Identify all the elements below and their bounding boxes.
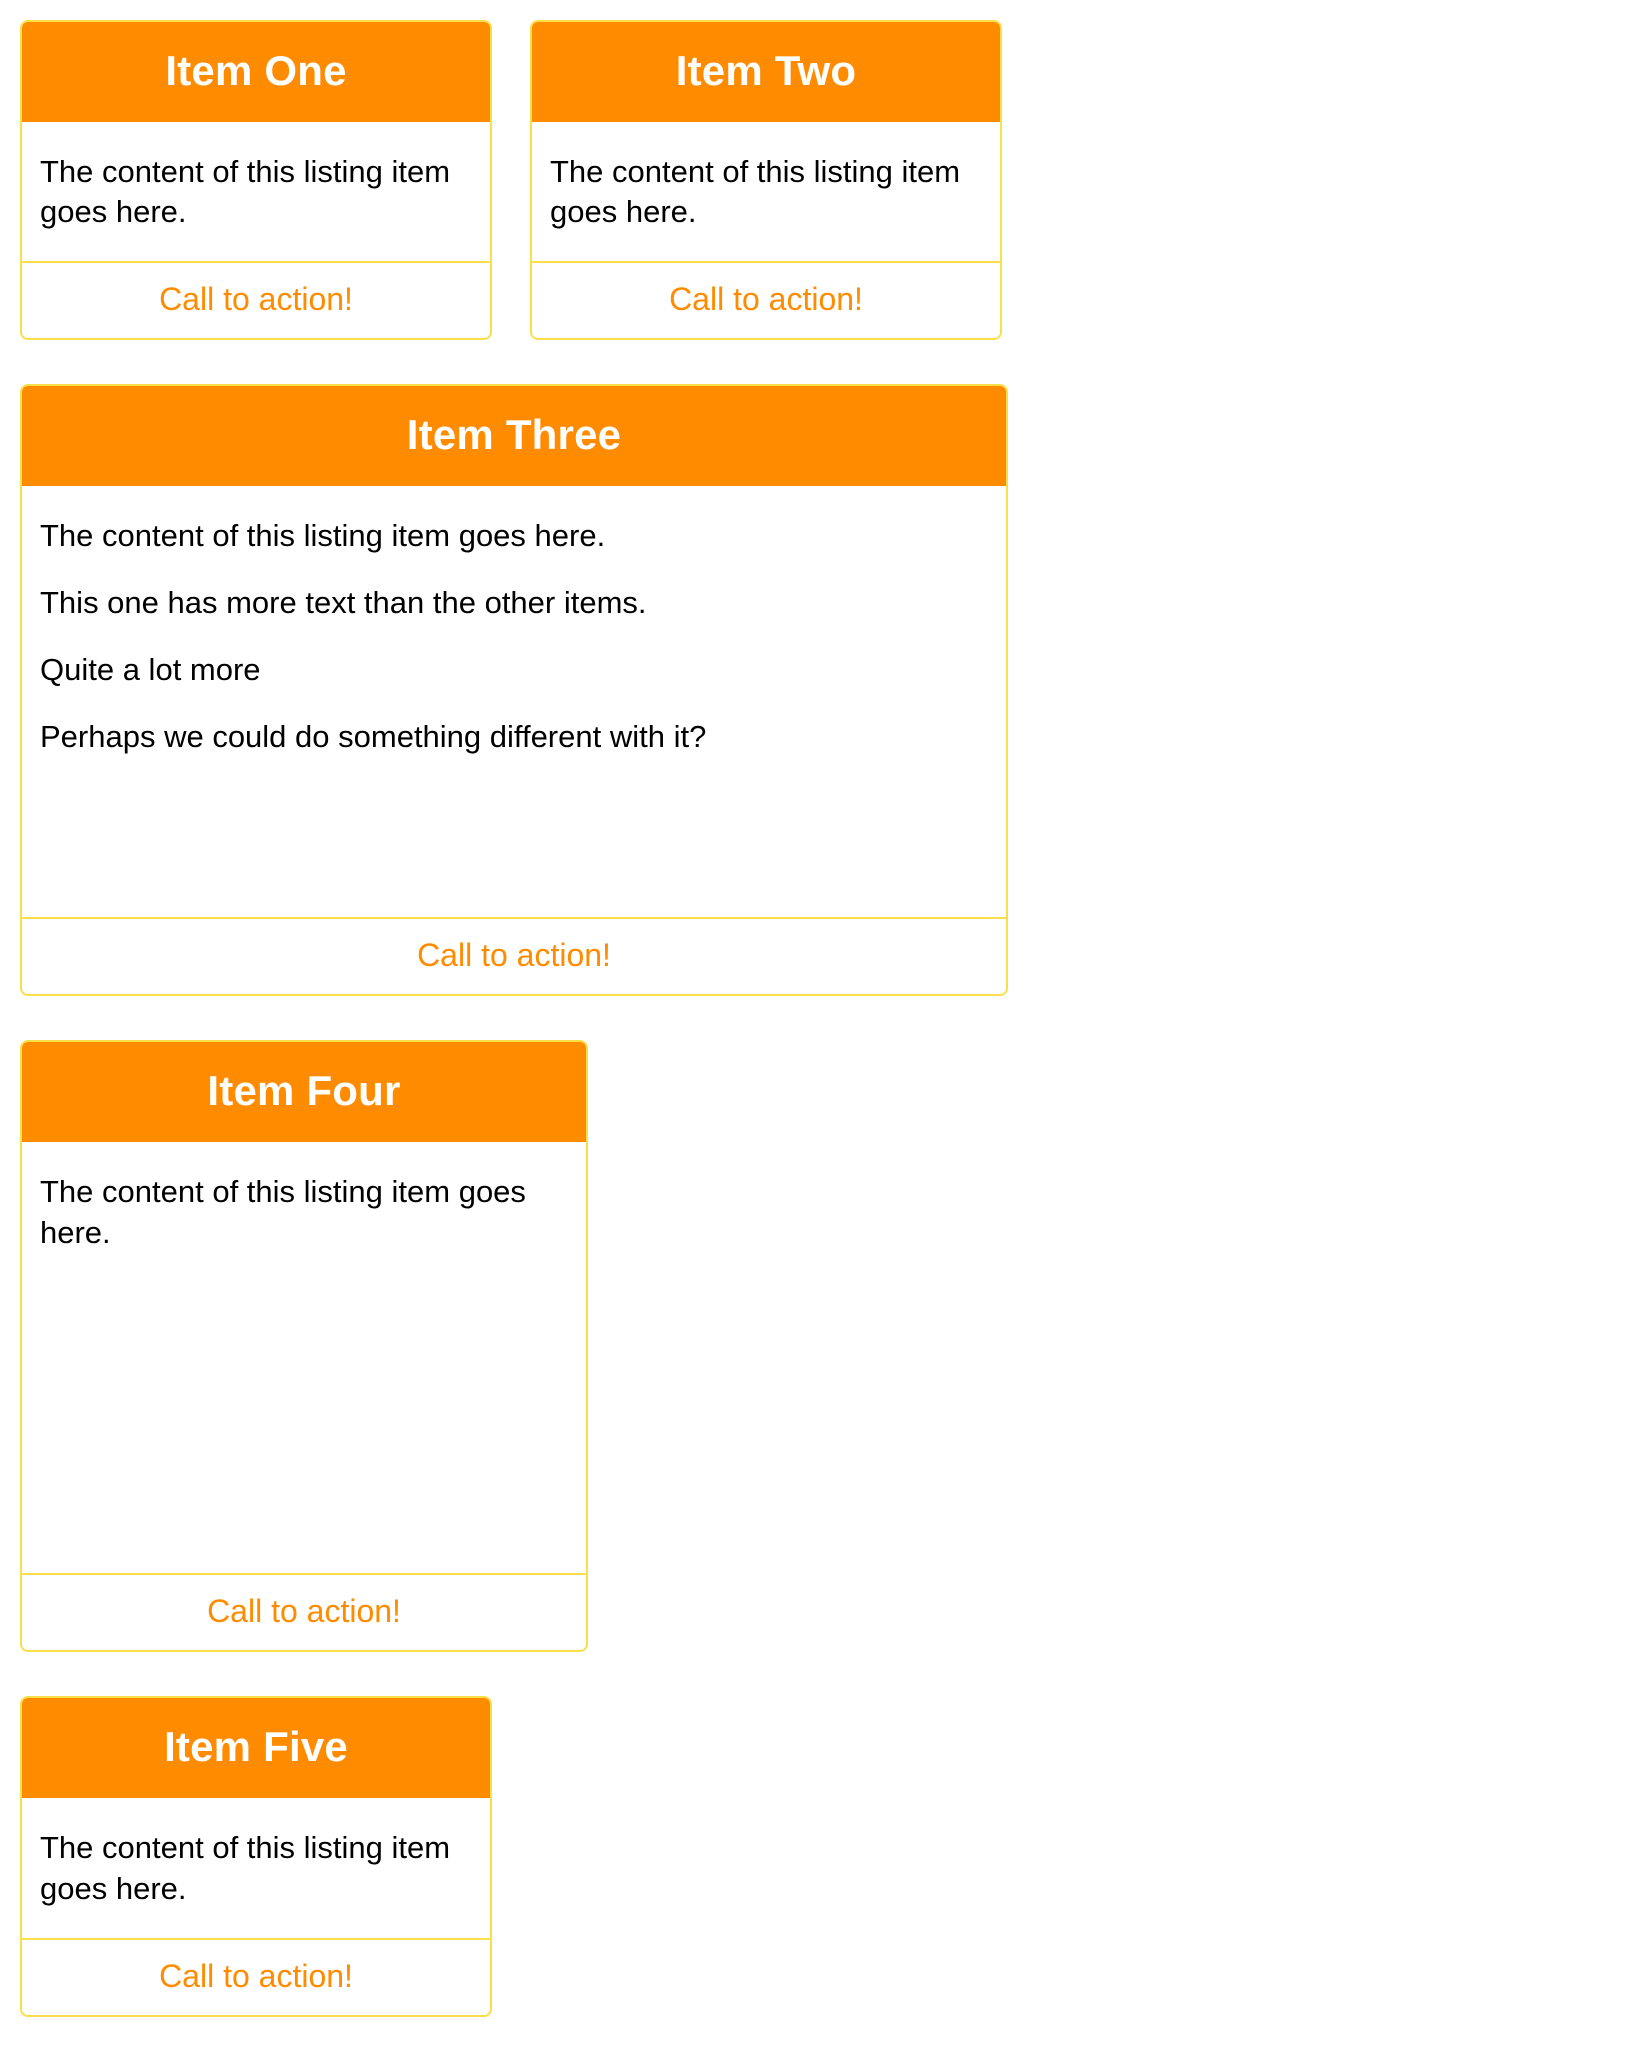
card-title: Item Two: [675, 47, 857, 94]
card-body-item-four: The content of this listing item goes he…: [22, 1142, 586, 1573]
call-to-action-link[interactable]: Call to action!: [417, 937, 611, 973]
card-header-item-two: Item Two: [532, 22, 1000, 122]
card-paragraph: The content of this listing item goes he…: [40, 1829, 451, 1906]
card-paragraph: The content of this listing item goes he…: [550, 153, 961, 230]
card-header-item-four: Item Four: [22, 1042, 586, 1142]
card-footer-item-four: Call to action!: [22, 1573, 586, 1650]
card-header-item-one: Item One: [22, 22, 490, 122]
card-title: Item One: [165, 47, 347, 94]
listing-card-item-three[interactable]: Item Three The content of this listing i…: [20, 384, 1008, 997]
card-paragraph: The content of this listing item goes he…: [40, 1173, 526, 1250]
card-footer-item-five: Call to action!: [22, 1937, 490, 2015]
call-to-action-link[interactable]: Call to action!: [159, 281, 353, 317]
card-header-item-three: Item Three: [22, 386, 1006, 486]
card-header-item-five: Item Five: [22, 1698, 490, 1798]
card-paragraph: This one has more text than the other it…: [40, 584, 647, 620]
call-to-action-link[interactable]: Call to action!: [159, 1958, 353, 1994]
call-to-action-link[interactable]: Call to action!: [669, 281, 863, 317]
card-body-item-three: The content of this listing item goes he…: [22, 486, 1006, 917]
listing-card-item-two[interactable]: Item Two The content of this listing ite…: [530, 20, 1002, 341]
card-footer-item-two: Call to action!: [532, 261, 1000, 338]
card-paragraph: The content of this listing item goes he…: [40, 153, 451, 230]
card-footer-item-three: Call to action!: [22, 917, 1006, 994]
card-paragraph: Quite a lot more: [40, 651, 261, 687]
card-body-item-two: The content of this listing item goes he…: [532, 122, 1000, 262]
listing-card-item-four[interactable]: Item Four The content of this listing it…: [20, 1040, 588, 1653]
listing-grid: Item One The content of this listing ite…: [0, 0, 1640, 2061]
card-title: Item Four: [207, 1067, 401, 1115]
card-title: Item Three: [406, 411, 622, 459]
card-body-item-five: The content of this listing item goes he…: [22, 1798, 490, 1938]
listing-card-item-one[interactable]: Item One The content of this listing ite…: [20, 20, 492, 341]
call-to-action-link[interactable]: Call to action!: [207, 1593, 401, 1629]
listing-card-item-five[interactable]: Item Five The content of this listing it…: [20, 1696, 492, 2017]
card-paragraph: The content of this listing item goes he…: [40, 517, 606, 553]
card-paragraph: Perhaps we could do something different …: [40, 718, 707, 754]
card-body-item-one: The content of this listing item goes he…: [22, 122, 490, 262]
card-title: Item Five: [164, 1723, 348, 1771]
card-footer-item-one: Call to action!: [22, 261, 490, 338]
